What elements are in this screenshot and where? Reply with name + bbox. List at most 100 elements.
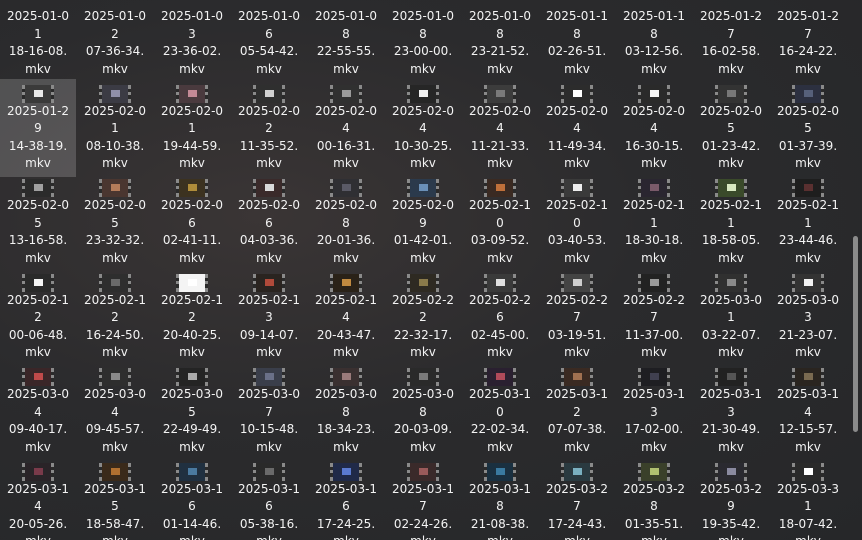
file-item[interactable]: 2025-03-1 4 20-05-26. mkv bbox=[0, 457, 76, 540]
file-item[interactable]: 2025-03-1 6 05-38-16. mkv bbox=[231, 457, 307, 540]
file-item[interactable]: 2025-03-1 8 21-08-38. mkv bbox=[462, 457, 538, 540]
file-item[interactable]: 2025-02-0 6 02-41-11. mkv bbox=[154, 173, 230, 271]
file-item[interactable]: 2025-03-3 1 18-07-42. mkv bbox=[770, 457, 846, 540]
file-item[interactable]: 2025-02-2 2 22-32-17. mkv bbox=[385, 268, 461, 366]
file-item[interactable]: 2025-03-2 7 17-24-43. mkv bbox=[539, 457, 615, 540]
video-file-icon bbox=[99, 273, 131, 292]
file-name-line1: 2025-02-1 bbox=[622, 198, 686, 212]
file-item[interactable]: 2025-02-1 1 18-58-05. mkv bbox=[693, 173, 769, 271]
file-item[interactable]: 2025-03-1 5 18-58-47. mkv bbox=[77, 457, 153, 540]
file-item[interactable]: 2025-03-2 9 19-35-42. mkv bbox=[693, 457, 769, 540]
file-item[interactable]: 2025-02-0 4 16-30-15. mkv bbox=[616, 79, 692, 177]
file-item[interactable]: 2025-01-2 9 14-38-19. mkv bbox=[0, 78, 76, 177]
file-name-line1: 2025-02-1 bbox=[237, 292, 301, 307]
file-item[interactable]: 2025-03-1 3 21-30-49. mkv bbox=[693, 362, 769, 460]
file-item[interactable]: 2025-01-1 8 03-12-56. mkv bbox=[616, 0, 692, 82]
file-name-extension: mkv bbox=[487, 156, 513, 170]
file-name-line2: 2 bbox=[419, 310, 427, 324]
file-name-line3: 18-34-23. bbox=[316, 422, 376, 436]
file-item[interactable]: 2025-02-1 0 03-09-52. mkv bbox=[462, 173, 538, 271]
file-item[interactable]: 2025-01-0 3 23-36-02. mkv bbox=[154, 0, 230, 82]
file-item[interactable]: 2025-03-0 3 21-23-07. mkv bbox=[770, 268, 846, 366]
file-item[interactable]: 2025-02-0 4 11-49-34. mkv bbox=[539, 79, 615, 177]
file-name-line3: 16-24-50. bbox=[85, 327, 145, 342]
file-item[interactable]: 2025-03-2 8 01-35-51. mkv bbox=[616, 457, 692, 540]
file-item[interactable]: 2025-02-2 7 03-19-51. mkv bbox=[539, 268, 615, 366]
file-name-line3: 23-32-32. bbox=[85, 233, 145, 247]
file-item[interactable]: 2025-02-1 2 00-06-48. mkv bbox=[0, 268, 76, 366]
file-name-line3: 03-19-51. bbox=[547, 327, 607, 342]
file-item[interactable]: 2025-03-0 7 10-15-48. mkv bbox=[231, 362, 307, 460]
file-item[interactable]: 2025-03-1 3 17-02-00. mkv bbox=[616, 362, 692, 460]
file-name-line2: 4 bbox=[496, 121, 504, 135]
file-name-line1: 2025-03-2 bbox=[699, 481, 763, 496]
file-name-line3: 03-40-53. bbox=[547, 233, 607, 247]
file-name-extension: mkv bbox=[154, 533, 230, 540]
file-item[interactable]: 2025-02-0 1 08-10-38. mkv bbox=[77, 79, 153, 177]
file-item[interactable]: 2025-01-0 8 23-21-52. mkv bbox=[462, 0, 538, 82]
file-item[interactable]: 2025-02-1 0 03-40-53. mkv bbox=[539, 173, 615, 271]
vertical-scrollbar[interactable] bbox=[849, 0, 862, 540]
file-name-line3: 09-45-57. bbox=[85, 422, 145, 436]
file-item[interactable]: 2025-03-0 1 03-22-07. mkv bbox=[693, 268, 769, 366]
file-item[interactable]: 2025-03-1 4 12-15-57. mkv bbox=[770, 362, 846, 460]
file-item[interactable]: 2025-02-1 2 20-40-25. mkv bbox=[154, 268, 230, 366]
file-item[interactable]: 2025-02-1 1 23-44-46. mkv bbox=[770, 173, 846, 271]
file-item[interactable]: 2025-02-0 5 13-16-58. mkv bbox=[0, 173, 76, 271]
scrollbar-thumb[interactable] bbox=[853, 236, 858, 432]
file-item[interactable]: 2025-02-0 2 11-35-52. mkv bbox=[231, 79, 307, 177]
file-name-line2: 5 bbox=[111, 499, 119, 513]
file-item[interactable]: 2025-01-0 8 23-00-00. mkv bbox=[385, 0, 461, 82]
file-item[interactable]: 2025-03-0 5 22-49-49. mkv bbox=[154, 362, 230, 460]
file-item[interactable]: 2025-03-0 4 09-45-57. mkv bbox=[77, 362, 153, 460]
file-item[interactable]: 2025-02-0 6 04-03-36. mkv bbox=[231, 173, 307, 271]
file-item[interactable]: 2025-03-1 7 02-24-26. mkv bbox=[385, 457, 461, 540]
file-item[interactable]: 2025-01-0 6 05-54-42. mkv bbox=[231, 0, 307, 82]
file-name-line1: 2025-02-1 bbox=[160, 292, 224, 307]
file-item[interactable]: 2025-02-0 9 01-42-01. mkv bbox=[385, 173, 461, 271]
file-item[interactable]: 2025-02-1 4 20-43-47. mkv bbox=[308, 268, 384, 366]
video-file-icon bbox=[22, 368, 54, 386]
file-name-line3: 02-45-00. bbox=[470, 327, 530, 342]
file-item[interactable]: 2025-03-0 8 20-03-09. mkv bbox=[385, 362, 461, 460]
file-item[interactable]: 2025-03-1 6 17-24-25. mkv bbox=[308, 457, 384, 540]
file-name-extension: mkv bbox=[795, 439, 821, 454]
file-item[interactable]: 2025-01-2 7 16-02-58. mkv bbox=[693, 0, 769, 82]
file-item[interactable]: 2025-02-0 5 23-32-32. mkv bbox=[77, 173, 153, 271]
file-item[interactable]: 2025-02-2 6 02-45-00. mkv bbox=[462, 268, 538, 366]
file-item[interactable]: 2025-03-0 4 09-40-17. mkv bbox=[0, 362, 76, 460]
file-item[interactable]: 2025-01-0 8 22-55-55. mkv bbox=[308, 0, 384, 82]
file-name-line1: 2025-01-0 bbox=[468, 9, 532, 23]
file-item[interactable]: 2025-03-0 8 18-34-23. mkv bbox=[308, 362, 384, 460]
file-item[interactable]: 2025-02-1 1 18-30-18. mkv bbox=[616, 173, 692, 271]
file-name-line3: 18-58-05. bbox=[701, 233, 761, 247]
file-name-line2: 5 bbox=[804, 121, 812, 135]
file-item[interactable]: 2025-02-0 5 01-23-42. mkv bbox=[693, 79, 769, 177]
video-file-icon bbox=[792, 84, 824, 103]
file-item[interactable]: 2025-02-0 4 00-16-31. mkv bbox=[308, 79, 384, 177]
file-name-line1: 2025-02-1 bbox=[83, 292, 147, 307]
file-item[interactable]: 2025-02-0 1 19-44-59. mkv bbox=[154, 79, 230, 177]
video-file-icon bbox=[638, 273, 670, 292]
file-name-line2: 5 bbox=[188, 404, 196, 419]
file-name-line3: 23-21-52. bbox=[470, 44, 530, 58]
file-name-extension: mkv bbox=[718, 61, 744, 76]
file-item[interactable]: 2025-03-1 6 01-14-46. mkv bbox=[154, 457, 230, 540]
file-item[interactable]: 2025-02-0 4 10-30-25. mkv bbox=[385, 79, 461, 177]
file-item[interactable]: 2025-02-1 3 09-14-07. mkv bbox=[231, 268, 307, 366]
file-item[interactable]: 2025-01-0 2 07-36-34. mkv bbox=[77, 0, 153, 82]
file-name-extension: mkv bbox=[77, 533, 153, 540]
file-item[interactable]: 2025-02-0 5 01-37-39. mkv bbox=[770, 79, 846, 177]
file-item[interactable]: 2025-01-1 8 02-26-51. mkv bbox=[539, 0, 615, 82]
file-item[interactable]: 2025-02-2 7 11-37-00. mkv bbox=[616, 268, 692, 366]
file-name-line3: 09-14-07. bbox=[239, 327, 299, 342]
file-item[interactable]: 2025-01-0 1 18-16-08. mkv bbox=[0, 0, 76, 82]
file-item[interactable]: 2025-02-1 2 16-24-50. mkv bbox=[77, 268, 153, 366]
file-name-line3: 22-02-34. bbox=[470, 422, 530, 436]
file-item[interactable]: 2025-02-0 4 11-21-33. mkv bbox=[462, 79, 538, 177]
file-name-line3: 23-36-02. bbox=[162, 44, 222, 58]
file-item[interactable]: 2025-03-1 2 07-07-38. mkv bbox=[539, 362, 615, 460]
file-item[interactable]: 2025-01-2 7 16-24-22. mkv bbox=[770, 0, 846, 82]
file-item[interactable]: 2025-03-1 0 22-02-34. mkv bbox=[462, 362, 538, 460]
file-item[interactable]: 2025-02-0 8 20-01-36. mkv bbox=[308, 173, 384, 271]
